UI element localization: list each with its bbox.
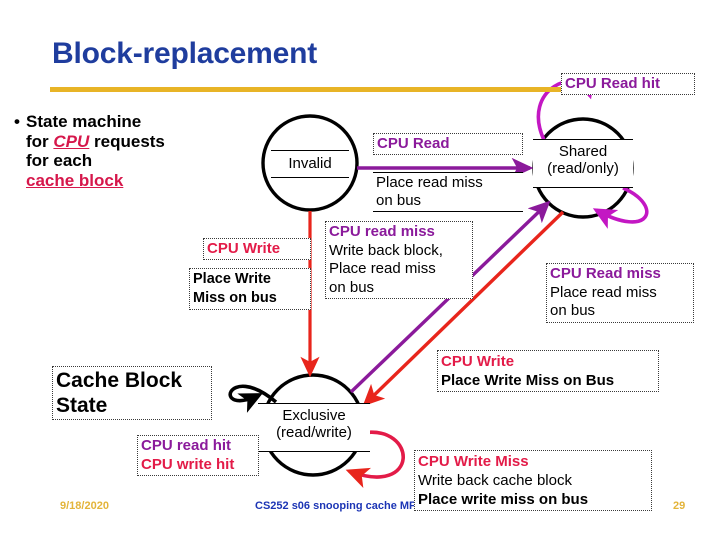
label-cpu-write-left-line2: Place Write bbox=[193, 271, 271, 287]
label-cpu-read-hit-exclusive: CPU read hit bbox=[141, 437, 232, 454]
label-cpu-write-left-line3: Miss on bus bbox=[193, 290, 277, 306]
label-cpu-write-right-line2: Place Write Miss on Bus bbox=[441, 372, 615, 389]
label-cpu-read-hit: CPU Read hit bbox=[561, 73, 695, 95]
state-label-exclusive: Exclusive (read/write) bbox=[258, 403, 370, 452]
label-cpu-read-detail: Place read miss on bus bbox=[373, 172, 523, 212]
bullet-line-4-emphasis: cache block bbox=[26, 170, 124, 190]
state-label-shared: Shared (read/only) bbox=[533, 139, 633, 188]
label-cpu-read-miss-mid: CPU read miss Write back block, Place re… bbox=[325, 221, 473, 299]
label-cpu-write-miss: CPU Write Miss Write back cache block Pl… bbox=[414, 450, 652, 511]
bullet-marker: • bbox=[14, 112, 20, 131]
state-label-shared-line1: Shared bbox=[558, 143, 608, 160]
label-cpu-read-line2: Place read miss bbox=[376, 174, 483, 191]
state-label-exclusive-line1: Exclusive bbox=[282, 407, 346, 424]
label-cpu-write-hit-exclusive: CPU write hit bbox=[141, 455, 235, 473]
bullet-line-2-prefix: for bbox=[26, 131, 54, 151]
label-cpu-read-miss-mid-line4: on bus bbox=[329, 278, 375, 296]
label-cpu-hits: CPU read hit CPU write hit bbox=[137, 435, 259, 476]
title-divider bbox=[50, 87, 642, 92]
label-cpu-read-line1: CPU Read bbox=[377, 135, 450, 152]
bullet-text: State machine for CPU requests for each … bbox=[26, 112, 165, 190]
footer-page-number: 29 bbox=[673, 500, 686, 512]
label-cpu-read: CPU Read bbox=[373, 133, 523, 155]
footer-center-text: CS252 s06 snooping cache MP bbox=[255, 500, 417, 512]
label-cpu-write-left-detail: Place Write Miss on bus bbox=[189, 268, 311, 310]
state-label-invalid-text: Invalid bbox=[288, 155, 332, 172]
bullet-block: • State machine for CPU requests for eac… bbox=[8, 112, 248, 190]
state-label-exclusive-line2: (read/write) bbox=[276, 424, 352, 441]
bullet-line-2-suffix: requests bbox=[89, 131, 165, 151]
state-label-shared-line2: (read/only) bbox=[547, 160, 619, 177]
label-cpu-write-right: CPU Write Place Write Miss on Bus bbox=[437, 350, 659, 392]
label-cpu-write-right-line1: CPU Write bbox=[441, 353, 515, 370]
label-cache-block-state-line1: Cache Block bbox=[56, 369, 183, 392]
label-cpu-write-miss-line2: Write back cache block bbox=[418, 472, 572, 489]
label-cache-block-state: Cache Block State bbox=[52, 366, 212, 420]
label-cpu-read-miss-right-line1: CPU Read miss bbox=[550, 265, 661, 282]
label-cpu-read-hit-line1: CPU Read hit bbox=[565, 75, 661, 92]
state-label-invalid: Invalid bbox=[271, 150, 349, 178]
label-cpu-write-left: CPU Write bbox=[203, 238, 311, 260]
slide-canvas: Block-replacement • State machine for CP… bbox=[0, 0, 720, 540]
label-cpu-read-miss-right-line2: Place read miss bbox=[550, 283, 657, 301]
label-cpu-read-miss-right: CPU Read miss Place read miss on bus bbox=[546, 263, 694, 323]
label-cpu-write-miss-line3: Place write miss on bus bbox=[418, 491, 589, 508]
label-cpu-read-miss-right-line3: on bus bbox=[550, 302, 596, 319]
bullet-line-1: State machine bbox=[26, 112, 142, 131]
label-cpu-read-miss-mid-line1: CPU read miss bbox=[329, 223, 435, 240]
bullet-line-2-emphasis: CPU bbox=[53, 131, 90, 151]
footer-date: 9/18/2020 bbox=[60, 500, 109, 512]
slide-title: Block-replacement bbox=[52, 37, 318, 70]
label-cpu-read-miss-mid-line3: Place read miss bbox=[329, 260, 436, 277]
label-cache-block-state-line2: State bbox=[56, 394, 108, 417]
label-cpu-write-miss-line1: CPU Write Miss bbox=[418, 453, 529, 470]
bullet-line-3: for each bbox=[26, 151, 93, 170]
label-cpu-read-miss-mid-line2: Write back block, bbox=[329, 241, 443, 259]
label-cpu-read-line3: on bus bbox=[376, 192, 422, 209]
label-cpu-write-left-line1: CPU Write bbox=[207, 240, 281, 257]
